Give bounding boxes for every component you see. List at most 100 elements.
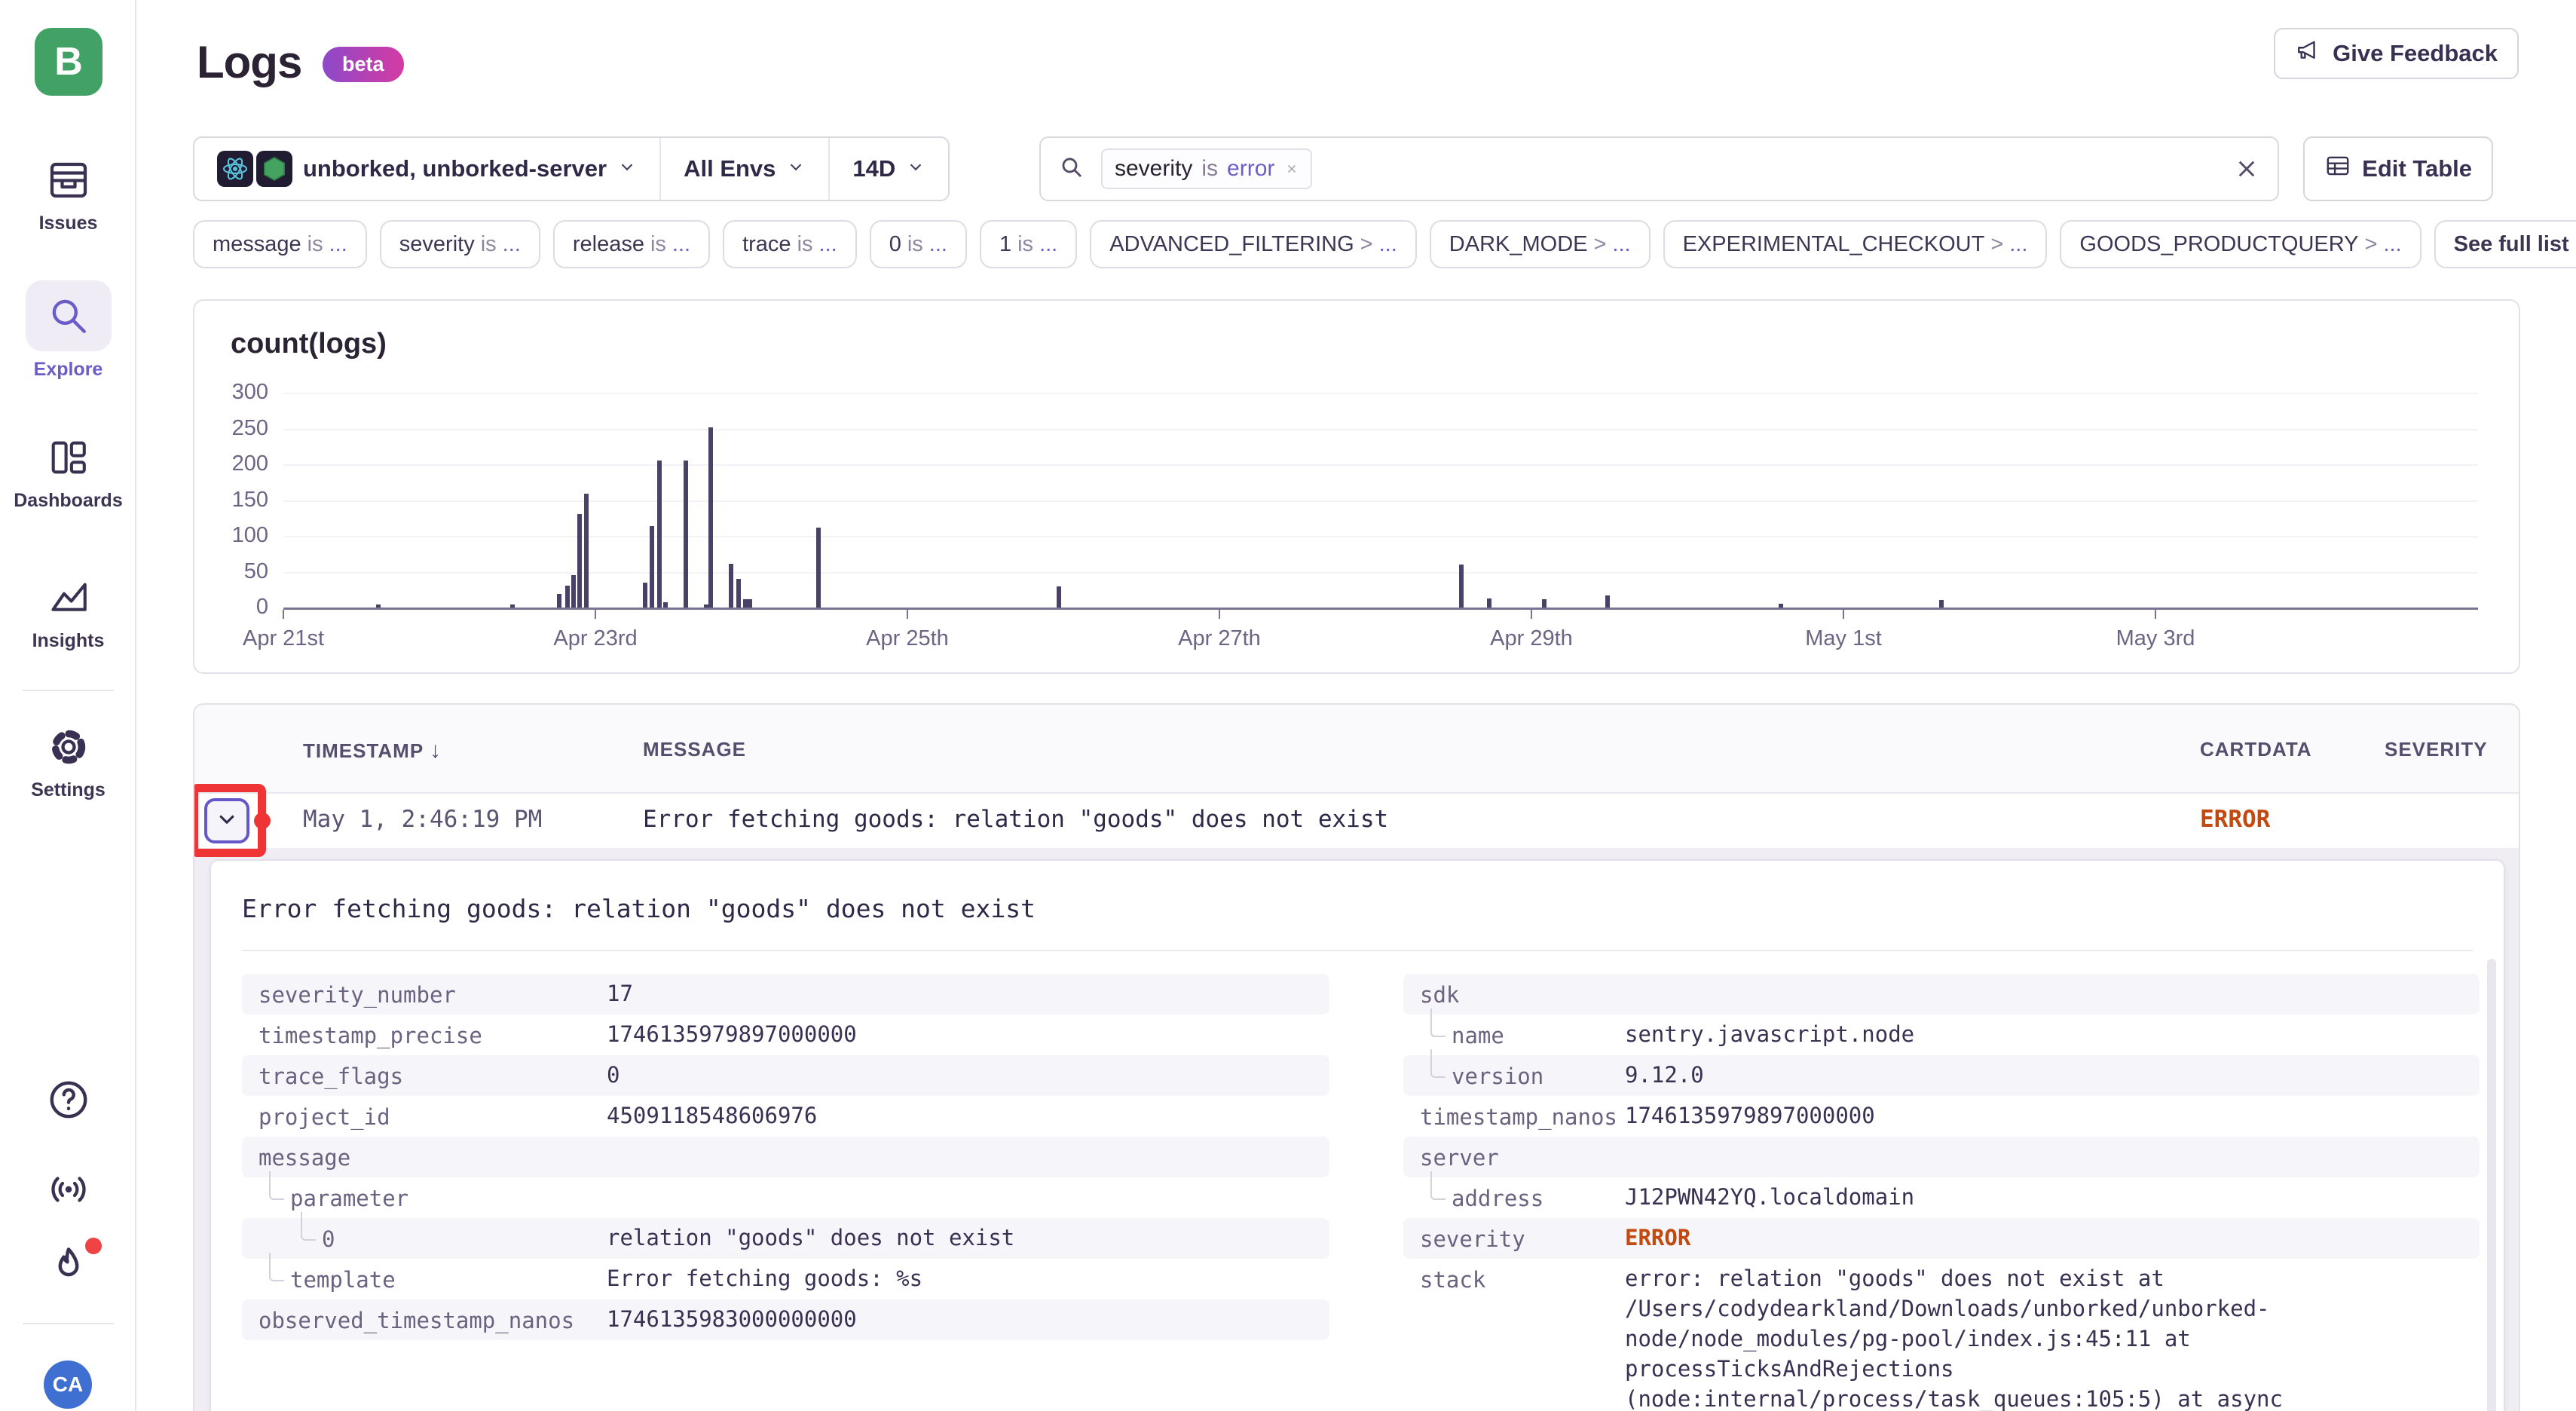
gridline	[283, 429, 2478, 430]
sidebar-item-explore[interactable]: Explore	[0, 280, 136, 381]
kv-key: severity	[1420, 1224, 1525, 1254]
chart-bar	[1487, 598, 1491, 608]
kv-key: severity_number	[259, 980, 456, 1010]
kv-value: 9.12.0	[1625, 1060, 2480, 1090]
cell-message: Error fetching goods: relation "goods" d…	[643, 806, 1388, 833]
filter-chip[interactable]: DARK_MODE>...	[1430, 220, 1651, 268]
token-remove-icon[interactable]	[1285, 162, 1299, 176]
give-feedback-button[interactable]: Give Feedback	[2274, 28, 2519, 79]
detail-kv-row: severity_number17	[242, 974, 1329, 1015]
chevron-down-icon	[214, 807, 240, 836]
chart-bar	[1542, 599, 1547, 608]
kv-key: version	[1452, 1061, 1543, 1091]
sidebar-item-dashboards[interactable]: Dashboards	[0, 433, 136, 512]
search-clear-icon[interactable]	[2234, 156, 2259, 182]
react-icon	[217, 151, 253, 187]
chart-bar	[584, 494, 589, 608]
kv-key: stack	[1420, 1265, 1485, 1295]
filter-chip[interactable]: 0is...	[870, 220, 967, 268]
sidebar: B Issues Explore Dashboards	[0, 0, 136, 1411]
broadcast-button[interactable]	[0, 1167, 136, 1216]
log-table-row[interactable]: May 1, 2:46:19 PM Error fetching goods: …	[194, 794, 2519, 848]
detail-kv-row: timestamp_precise1746135979897000000	[242, 1015, 1329, 1055]
chevron-down-icon	[786, 155, 806, 182]
column-header-timestamp[interactable]: TIMESTAMP ↓	[303, 738, 442, 764]
sidebar-divider	[23, 1323, 114, 1324]
whats-new-button[interactable]	[0, 1244, 136, 1296]
kv-value: relation "goods" does not exist	[607, 1223, 1329, 1253]
chart-bar	[1459, 565, 1464, 608]
environment-selector[interactable]: All Envs	[659, 138, 828, 200]
search-input[interactable]: severity is error	[1039, 136, 2279, 201]
help-button[interactable]	[0, 1076, 136, 1127]
log-detail-panel: Error fetching goods: relation "goods" d…	[210, 859, 2505, 1411]
detail-kv-row: timestamp_nanos1746135979897000000	[1403, 1096, 2480, 1137]
sidebar-item-insights[interactable]: Insights	[0, 573, 136, 652]
edit-table-label: Edit Table	[2362, 155, 2472, 182]
avatar[interactable]: CA	[44, 1360, 92, 1409]
x-tick	[283, 610, 284, 619]
chevron-down-icon	[906, 155, 925, 182]
gridline	[283, 464, 2478, 466]
tree-connector	[269, 1253, 284, 1281]
detail-kv-row: version 9.12.0	[1403, 1055, 2480, 1096]
filter-chip[interactable]: See full list	[2434, 220, 2576, 268]
detail-kv-row: server	[1403, 1137, 2480, 1177]
kv-value: ERROR	[1625, 1223, 2480, 1253]
page-title: Logs	[197, 36, 301, 88]
filter-chip[interactable]: EXPERIMENTAL_CHECKOUT>...	[1663, 220, 2048, 268]
project-selector[interactable]: unborked, unborked-server	[194, 138, 659, 200]
x-tick	[2155, 610, 2156, 619]
column-header-severity[interactable]: SEVERITY	[2385, 738, 2488, 761]
chart-bar	[571, 575, 576, 608]
kv-key: sdk	[1420, 980, 1459, 1010]
detail-title: Error fetching goods: relation "goods" d…	[242, 894, 1036, 923]
search-token-severity[interactable]: severity is error	[1101, 148, 1312, 189]
org-logo[interactable]: B	[35, 28, 102, 96]
project-platform-icons	[217, 151, 292, 187]
filter-chip[interactable]: releaseis...	[553, 220, 710, 268]
detail-attributes-right: sdk namesentry.javascript.node version 9.12…	[1403, 974, 2480, 1411]
filter-chip[interactable]: 1is...	[980, 220, 1077, 268]
x-tick-label: Apr 29th	[1441, 626, 1622, 651]
table-icon	[2324, 152, 2351, 185]
kv-value: 1746135979897000000	[1625, 1100, 2480, 1131]
detail-kv-row: stackerror: relation "goods" does not ex…	[1403, 1259, 2480, 1411]
kv-value: Error fetching goods: %s	[607, 1263, 1329, 1293]
give-feedback-label: Give Feedback	[2333, 40, 2498, 67]
detail-kv-row: sdk	[1403, 974, 2480, 1015]
chart-bar	[663, 602, 668, 608]
expand-row-button[interactable]	[204, 798, 249, 843]
cell-timestamp: May 1, 2:46:19 PM	[303, 806, 542, 833]
kv-key: trace_flags	[259, 1061, 403, 1091]
x-tick	[907, 610, 908, 619]
project-selector-label: unborked, unborked-server	[303, 155, 607, 182]
sidebar-item-issues[interactable]: Issues	[0, 155, 136, 234]
active-pill	[26, 280, 112, 351]
kv-value: 1746135983000000000	[607, 1304, 1329, 1334]
filter-chip[interactable]: messageis...	[193, 220, 367, 268]
chart-bar	[557, 594, 561, 608]
detail-divider	[242, 950, 2473, 951]
detail-scrollbar[interactable]	[2487, 959, 2496, 1411]
detail-kv-row: namesentry.javascript.node	[1403, 1015, 2480, 1055]
page-filter-bar: unborked, unborked-server All Envs 14D	[193, 136, 950, 201]
tree-connector	[301, 1212, 316, 1241]
detail-attributes-left: severity_number17timestamp_precise174613…	[242, 974, 1329, 1340]
date-range-selector[interactable]: 14D	[828, 138, 948, 200]
edit-table-button[interactable]: Edit Table	[2303, 136, 2493, 201]
sidebar-item-settings[interactable]: Settings	[0, 722, 136, 801]
filter-chip[interactable]: GOODS_PRODUCTQUERY>...	[2060, 220, 2421, 268]
column-header-message[interactable]: MESSAGE	[643, 738, 746, 761]
gear-icon	[44, 722, 93, 772]
filter-chip[interactable]: ADVANCED_FILTERING>...	[1090, 220, 1417, 268]
kv-key: timestamp_precise	[259, 1021, 482, 1051]
filter-chip[interactable]: traceis...	[723, 220, 857, 268]
column-header-cartdata[interactable]: CARTDATA	[2200, 738, 2312, 761]
chart-bar	[510, 604, 515, 608]
tree-connector	[1430, 1049, 1446, 1078]
filter-chip[interactable]: severityis...	[380, 220, 540, 268]
chart-bar	[565, 586, 570, 608]
detail-kv-row: severity ERROR	[1403, 1218, 2480, 1259]
chart-bar	[708, 427, 713, 608]
